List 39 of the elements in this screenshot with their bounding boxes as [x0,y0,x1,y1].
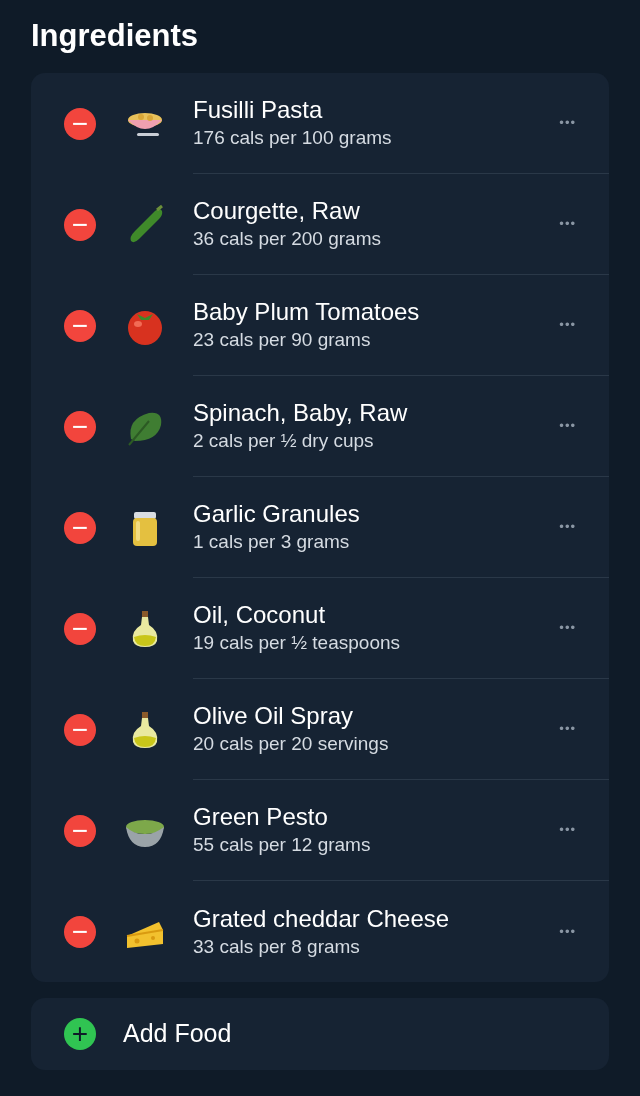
food-name: Olive Oil Spray [193,701,355,731]
food-name: Courgette, Raw [193,196,361,226]
food-name: Fusilli Pasta [193,95,324,125]
more-button[interactable]: ••• [559,517,576,537]
calorie-info: 19 cals per ½ teaspoons [193,631,402,655]
add-food-button[interactable]: + Add Food [31,998,609,1070]
more-button[interactable]: ••• [559,113,576,133]
add-icon: + [64,1018,96,1050]
food-name: Spinach, Baby, Raw [193,398,409,428]
calorie-info: 33 cals per 8 grams [193,934,361,959]
calorie-info: 176 cals per 100 grams [193,126,393,150]
calorie-info: 1 cals per 3 grams [193,530,351,554]
calorie-info: 23 cals per 90 grams [193,328,372,352]
calorie-info: 20 cals per 20 servings [193,732,390,756]
more-button[interactable]: ••• [559,618,576,638]
calorie-info: 55 cals per 12 grams [193,833,372,857]
calorie-info: 36 cals per 200 grams [193,227,382,251]
remove-button[interactable]: − [64,208,96,241]
more-button[interactable]: ••• [559,820,576,840]
remove-button[interactable]: − [64,511,96,544]
more-button[interactable]: ••• [559,416,576,436]
remove-button[interactable]: − [64,713,96,746]
remove-button[interactable]: − [64,814,96,847]
remove-button[interactable]: − [64,107,96,140]
more-button[interactable]: ••• [559,214,576,234]
food-name: Garlic Granules [193,499,361,529]
food-name: Grated cheddar Cheese [193,903,451,934]
food-name: Oil, Coconut [193,600,327,630]
more-button[interactable]: ••• [559,719,576,739]
food-name: Green Pesto [193,802,329,832]
remove-button[interactable]: − [64,410,96,443]
more-button[interactable]: ••• [559,921,576,942]
food-name: Baby Plum Tomatoes [193,297,421,327]
remove-button[interactable]: − [64,309,96,342]
remove-button[interactable]: − [64,915,96,948]
calorie-info: 2 cals per ½ dry cups [193,429,375,453]
section-title: Ingredients [31,17,199,56]
more-button[interactable]: ••• [559,315,576,335]
remove-button[interactable]: − [64,612,96,645]
